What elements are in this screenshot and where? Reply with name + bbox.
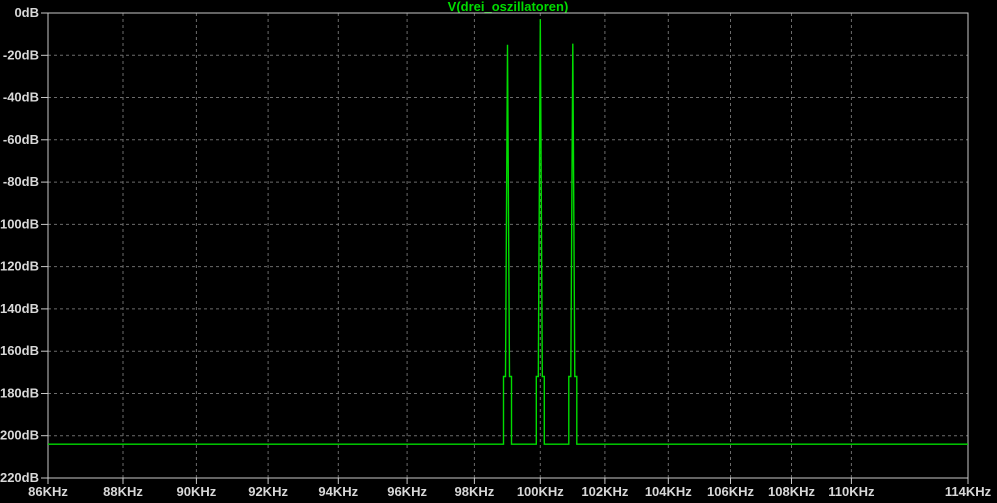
x-tick-label: 108KHz (768, 484, 815, 499)
y-tick-label: -180dB (0, 386, 39, 401)
x-tick-label: 106KHz (707, 484, 754, 499)
y-tick-label: -60dB (3, 132, 39, 147)
y-tick-label: -160dB (0, 343, 39, 358)
x-tick-label: 94KHz (318, 484, 358, 499)
x-tick-label: 86KHz (28, 484, 68, 499)
fft-plot-canvas[interactable]: 86KHz 88KHz 90KHz 92KHz 94KHz 96KHz 98KHz 100KH… (0, 0, 997, 503)
x-tick-label: 92KHz (248, 484, 288, 499)
y-tick-label: -120dB (0, 259, 39, 274)
y-tick-label: -200dB (0, 428, 39, 443)
x-tick-label: 98KHz (455, 484, 495, 499)
x-tick-label: 88KHz (103, 484, 143, 499)
tick-marks (41, 12, 969, 484)
fft-trace (48, 19, 968, 445)
y-tick-label: -100dB (0, 216, 39, 231)
y-tick-label: -80dB (3, 174, 39, 189)
x-tick-label: 114KHz (945, 484, 992, 499)
x-tick-label: 102KHz (581, 484, 628, 499)
trace (48, 19, 968, 445)
y-tick-label: -140dB (0, 301, 39, 316)
y-tick-label: -220dB (0, 470, 39, 485)
x-tick-label: 100KHz (517, 484, 564, 499)
x-axis-labels: 86KHz 88KHz 90KHz 92KHz 94KHz 96KHz 98KHz 100KH… (28, 484, 991, 499)
y-tick-label: -40dB (3, 90, 39, 105)
y-axis-labels: 0dB -20dB -40dB -60dB -80dB -100dB -120dB -140d… (0, 5, 39, 485)
x-tick-label: 110KHz (828, 484, 875, 499)
waveform-viewer-pane: V(drei_oszillatoren) 86KHz 88KHz 90KHz 92KH… (0, 0, 997, 503)
x-tick-label: 96KHz (387, 484, 427, 499)
x-tick-label: 90KHz (177, 484, 217, 499)
y-tick-label: -20dB (3, 47, 39, 62)
y-tick-label: 0dB (14, 5, 39, 20)
x-tick-label: 104KHz (645, 484, 692, 499)
